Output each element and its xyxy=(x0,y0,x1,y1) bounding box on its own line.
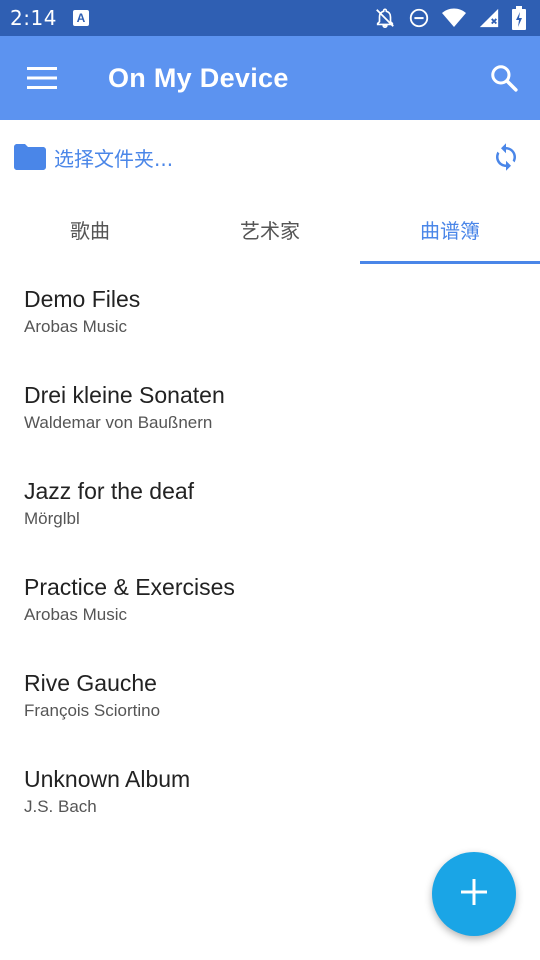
page-title: On My Device xyxy=(108,62,289,93)
do-not-disturb-icon xyxy=(408,7,430,29)
battery-icon xyxy=(512,6,526,30)
status-icons xyxy=(374,6,526,30)
tab-bar: 歌曲 艺术家 曲谱簿 xyxy=(0,194,540,264)
list-item[interactable]: Demo Files Arobas Music xyxy=(0,264,540,360)
menu-icon[interactable] xyxy=(0,36,84,120)
item-subtitle: Waldemar von Baußnern xyxy=(24,413,213,432)
tab-songbooks[interactable]: 曲谱簿 xyxy=(360,194,540,264)
list-item[interactable]: Drei kleine Sonaten Waldemar von Baußner… xyxy=(0,360,540,456)
status-bar: 2:14 A xyxy=(0,0,540,36)
folder-label: 选择文件夹... xyxy=(54,146,174,171)
list-item[interactable]: Jazz for the deaf Mörglbl xyxy=(0,456,540,552)
item-subtitle: François Sciortino xyxy=(24,701,161,720)
item-subtitle: Arobas Music xyxy=(24,605,127,624)
list-item[interactable]: Rive Gauche François Sciortino xyxy=(0,648,540,744)
search-icon[interactable] xyxy=(468,36,540,120)
item-title: Rive Gauche xyxy=(24,670,157,696)
item-title: Practice & Exercises xyxy=(24,574,235,600)
item-title: Jazz for the deaf xyxy=(24,478,195,504)
add-button[interactable] xyxy=(432,852,516,936)
list-item[interactable]: Unknown Album J.S. Bach xyxy=(0,744,540,840)
album-list: Demo Files Arobas Music Drei kleine Sona… xyxy=(0,264,540,840)
item-subtitle: Mörglbl xyxy=(24,509,80,528)
app-notification-icon: A xyxy=(72,10,89,26)
item-subtitle: Arobas Music xyxy=(24,317,127,336)
notifications-off-icon xyxy=(374,7,396,29)
list-item[interactable]: Practice & Exercises Arobas Music xyxy=(0,552,540,648)
item-title: Unknown Album xyxy=(24,766,191,792)
app-bar: On My Device xyxy=(0,36,540,120)
status-time: 2:14 xyxy=(10,6,57,30)
refresh-icon[interactable] xyxy=(486,137,526,177)
signal-icon xyxy=(478,7,500,29)
wifi-icon xyxy=(442,7,466,29)
tab-songs[interactable]: 歌曲 xyxy=(0,194,180,264)
folder-selector[interactable]: 选择文件夹... xyxy=(0,120,540,194)
item-title: Demo Files xyxy=(24,286,141,312)
tab-artists[interactable]: 艺术家 xyxy=(180,194,360,264)
item-title: Drei kleine Sonaten xyxy=(24,382,225,408)
plus-icon xyxy=(461,878,487,910)
folder-icon xyxy=(14,141,46,173)
item-subtitle: J.S. Bach xyxy=(24,797,97,816)
